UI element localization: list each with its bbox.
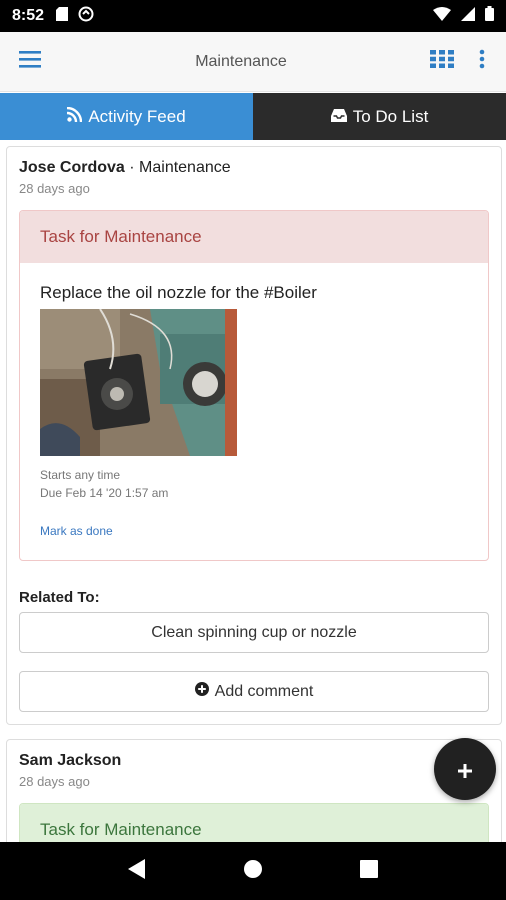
signal-icon [461,6,475,26]
recents-icon[interactable] [359,859,378,883]
sd-card-icon [56,6,69,26]
task-start: Starts any time [40,468,121,482]
tab-bar: Activity Feed To Do List [0,93,506,140]
post-group[interactable]: Maintenance [139,159,231,176]
sync-icon [78,6,94,27]
post-author[interactable]: Jose Cordova [19,159,125,176]
post-header: Jose Cordova · Maintenance [19,159,489,177]
app-bar: Maintenance [0,32,506,92]
tab-to-do-list[interactable]: To Do List [253,93,506,140]
rss-icon [67,106,83,127]
task-photo[interactable] [40,309,237,456]
grid-icon [430,50,454,73]
feed-post: Jose Cordova · Maintenance 28 days ago T… [6,146,502,725]
task-due: Due Feb 14 '20 1:57 am [40,486,169,500]
more-vertical-icon [479,49,485,74]
related-item-button[interactable]: Clean spinning cup or nozzle [19,612,489,653]
menu-button[interactable] [0,32,60,92]
back-icon[interactable] [128,858,146,884]
task-body: Replace the oil nozzle for the #Boiler S… [20,263,488,560]
task-panel: Task for Maintenance [19,803,489,842]
post-author[interactable]: Sam Jackson [19,752,121,769]
overflow-menu-button[interactable] [462,32,502,92]
home-icon[interactable] [243,859,263,884]
wifi-icon [433,6,451,26]
task-panel: Task for Maintenance Replace the oil noz… [19,210,489,561]
tab-label: To Do List [352,106,429,126]
task-title: Replace the oil nozzle for the #Boiler [40,283,317,302]
plus-circle-icon [194,682,209,701]
status-bar: 8:52 [0,0,506,32]
battery-icon [485,6,494,26]
page-title: Maintenance [195,52,287,70]
tab-activity-feed[interactable]: Activity Feed [0,93,253,140]
related-to-label: Related To: [19,589,100,606]
tab-label: Activity Feed [88,106,186,126]
create-post-fab[interactable] [434,738,496,800]
mark-as-done-link[interactable]: Mark as done [40,524,113,538]
task-meta: Starts any time Due Feb 14 '20 1:57 am [40,466,468,502]
hamburger-icon [19,50,41,73]
plus-icon [458,754,472,785]
status-time: 8:52 [12,7,45,24]
task-header: Task for Maintenance [20,804,488,842]
add-comment-label: Add comment [214,682,314,700]
add-comment-button[interactable]: Add comment [19,671,489,712]
author-group-separator: · [124,159,140,176]
post-timestamp: 28 days ago [19,181,90,196]
inbox-icon [330,107,347,127]
post-timestamp: 28 days ago [19,774,90,789]
post-header: Sam Jackson [19,752,489,770]
system-nav-bar [0,842,506,900]
feed-post: Sam Jackson 28 days ago Task for Mainten… [6,739,502,842]
apps-grid-button[interactable] [422,32,462,92]
task-header: Task for Maintenance [20,211,488,263]
activity-feed: Jose Cordova · Maintenance 28 days ago T… [0,140,506,842]
